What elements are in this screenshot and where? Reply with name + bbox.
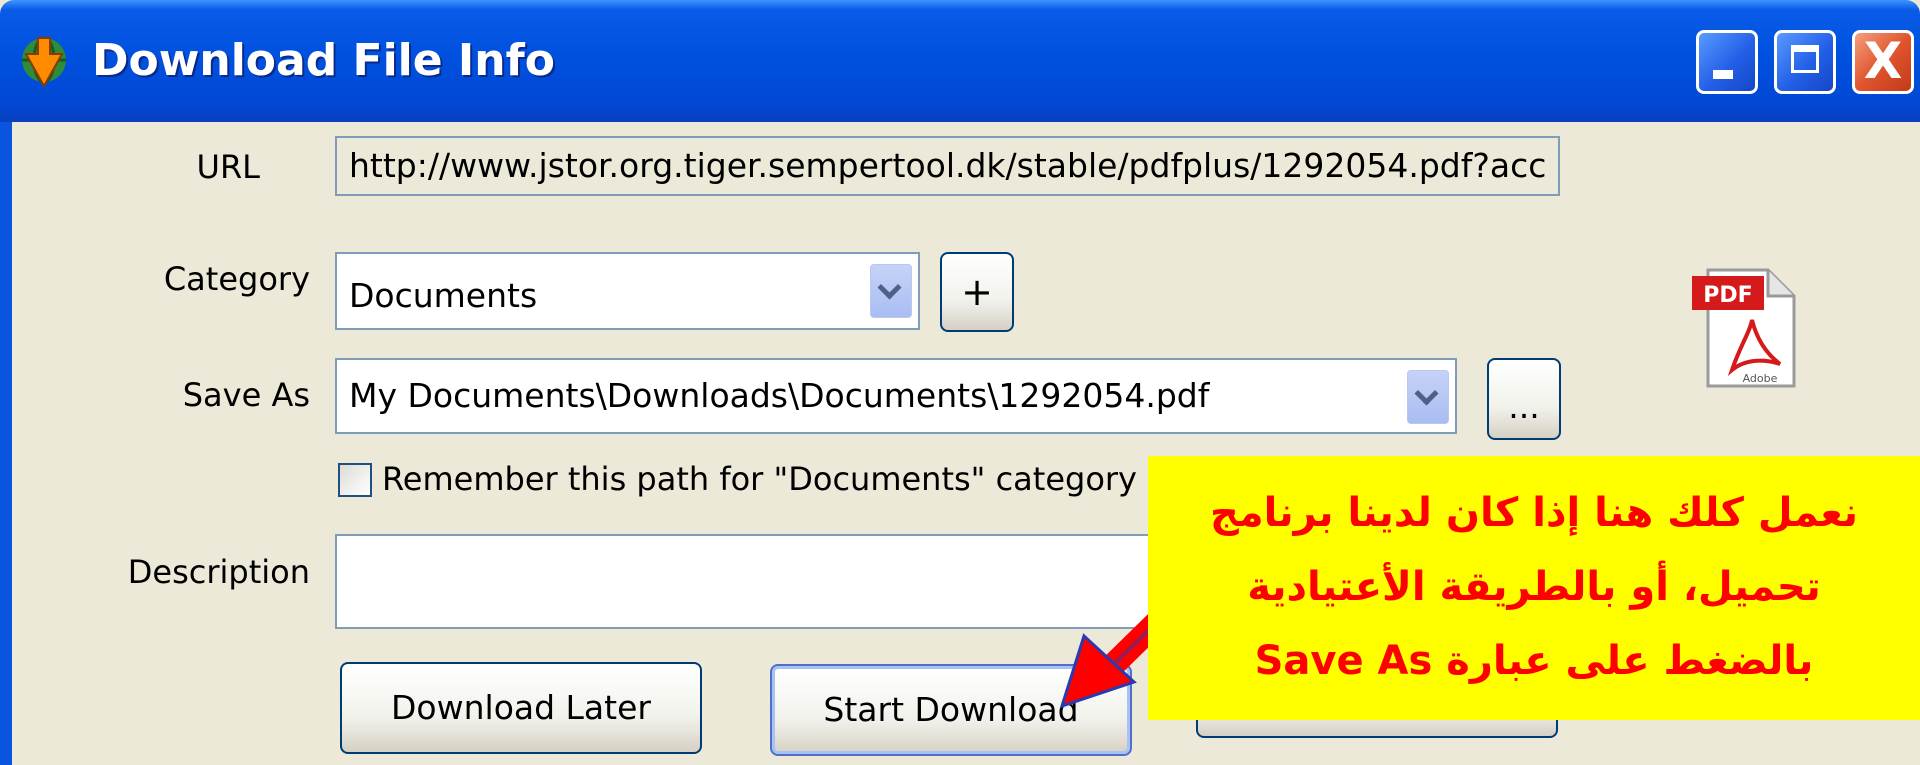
category-select[interactable]: Documents	[335, 252, 920, 330]
title-bar[interactable]: Download File Info X	[0, 0, 1920, 122]
svg-text:Adobe: Adobe	[1743, 372, 1778, 385]
url-label: URL	[196, 148, 260, 186]
chevron-down-icon[interactable]	[1407, 370, 1449, 424]
window-title: Download File Info	[92, 35, 555, 86]
close-button[interactable]: X	[1852, 30, 1914, 94]
svg-text:PDF: PDF	[1703, 283, 1752, 308]
pdf-file-icon: PDF Adobe	[1692, 268, 1796, 388]
description-label: Description	[127, 553, 310, 591]
save-as-value: My Documents\Downloads\Documents\1292054…	[349, 376, 1210, 415]
annotation-callout: نعمل كلك هنا إذا كان لدينا برنامج تحميل،…	[1148, 456, 1920, 720]
download-later-button[interactable]: Download Later	[340, 662, 702, 754]
chevron-down-icon[interactable]	[870, 264, 912, 318]
add-category-button[interactable]: +	[940, 252, 1014, 332]
window-frame-left	[0, 122, 12, 765]
remember-path-checkbox[interactable]	[338, 463, 372, 497]
callout-line-1: نعمل كلك هنا إذا كان لدينا برنامج	[1210, 490, 1858, 536]
category-label: Category	[163, 260, 310, 298]
callout-line-2: تحميل، أو بالطريقة الأعتيادية	[1247, 564, 1821, 610]
save-as-select[interactable]: My Documents\Downloads\Documents\1292054…	[335, 358, 1457, 434]
maximize-button[interactable]	[1774, 30, 1836, 94]
save-as-label: Save As	[182, 376, 310, 414]
url-field[interactable]: http://www.jstor.org.tiger.sempertool.dk…	[335, 136, 1560, 196]
app-globe-icon	[22, 36, 66, 89]
category-value: Documents	[349, 276, 538, 315]
browse-button[interactable]: ...	[1487, 358, 1561, 440]
remember-path-label: Remember this path for "Documents" categ…	[382, 460, 1137, 498]
callout-line-3: بالضغط على عبارة Save As	[1254, 638, 1814, 684]
close-icon: X	[1863, 32, 1903, 90]
minimize-button[interactable]	[1696, 30, 1758, 94]
